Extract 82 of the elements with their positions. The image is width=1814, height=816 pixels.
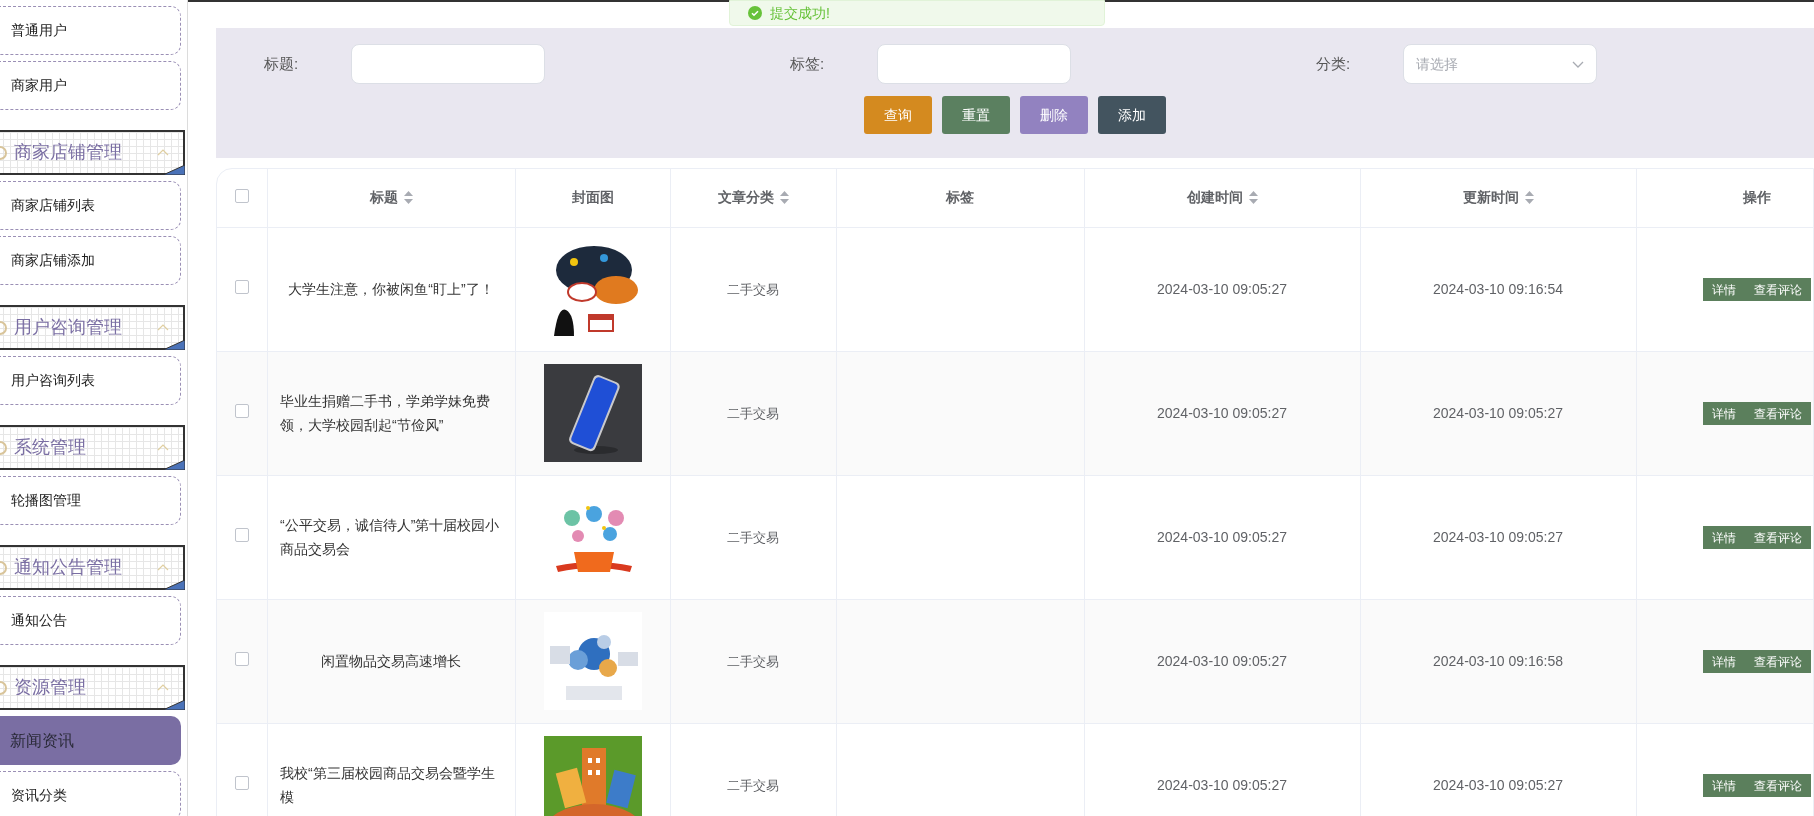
article-title: “公平交易，诚信待人”第十届校园小商品交易会	[280, 516, 501, 559]
caret-icon	[157, 564, 169, 571]
table-cell: 二手交易	[727, 406, 779, 421]
action-button[interactable]: 查看评论	[1744, 402, 1811, 426]
sort-icon[interactable]	[403, 191, 413, 205]
sort-icon[interactable]	[1248, 191, 1258, 205]
sort-icon[interactable]	[779, 191, 789, 205]
menu-group-header[interactable]: 商家店铺管理	[0, 130, 185, 175]
menu-group-header[interactable]: 通知公告管理	[0, 545, 185, 590]
table-cell: 二手交易	[727, 778, 779, 793]
menu-group-header[interactable]: 用户咨询管理	[0, 305, 185, 350]
checkbox[interactable]	[234, 280, 249, 294]
table-cell: 2024-03-10 09:05:27	[1433, 529, 1563, 545]
table-cell: 2024-03-10 09:16:54	[1433, 281, 1563, 297]
table-cell: 二手交易	[727, 282, 779, 297]
checkbox[interactable]	[234, 528, 249, 542]
caret-icon	[157, 324, 169, 331]
table-cell: 2024-03-10 09:05:27	[1157, 281, 1287, 297]
column-title: 标题	[369, 188, 398, 208]
sort-icon[interactable]	[1524, 191, 1534, 205]
action-button[interactable]: 详情	[1702, 650, 1745, 674]
table-cell: 2024-03-10 09:05:27	[1433, 777, 1563, 793]
table-cell: 二手交易	[727, 530, 779, 545]
article-title: 大学生注意，你被闲鱼“盯上”了！	[288, 280, 494, 299]
checkbox[interactable]	[234, 188, 249, 203]
caret-icon	[157, 684, 169, 691]
action-button[interactable]: 查看评论	[1744, 650, 1811, 674]
menu-item[interactable]: 商家店铺添加	[0, 236, 181, 285]
table-cell: 2024-03-10 09:16:58	[1433, 653, 1563, 669]
column-title: 创建时间	[1186, 188, 1243, 208]
column-title: 更新时间	[1462, 188, 1519, 208]
select-field[interactable]: 请选择	[1403, 44, 1597, 84]
menu-item[interactable]: 新闻资讯	[0, 716, 181, 765]
column-title: 封面图	[571, 188, 614, 208]
column-title: 标签	[946, 188, 974, 208]
column-title: 文章分类	[717, 188, 774, 208]
query-button[interactable]: 查询	[864, 96, 932, 134]
checkbox[interactable]	[234, 652, 249, 666]
check-circle-icon	[748, 6, 762, 20]
article-title: 我校“第三届校园商品交易会暨学生模	[280, 764, 496, 807]
menu-item[interactable]: 轮播图管理	[0, 476, 181, 525]
folded-corner-icon	[163, 700, 185, 710]
column-header-cell[interactable]: 更新时间	[1360, 169, 1636, 227]
add-button[interactable]: 添加	[1098, 96, 1166, 134]
action-button[interactable]: 详情	[1702, 402, 1745, 426]
input-field[interactable]	[351, 44, 545, 84]
field-label: 标题:	[264, 53, 300, 74]
field-label: 标签:	[790, 53, 826, 74]
checkbox[interactable]	[234, 404, 249, 418]
reset-button[interactable]: 重置	[942, 96, 1010, 134]
menu-item[interactable]: 资讯分类	[0, 771, 181, 816]
menu-item[interactable]: 普通用户	[0, 6, 181, 55]
table-cell: 2024-03-10 09:05:27	[1157, 405, 1287, 421]
menu-item[interactable]: 商家用户	[0, 61, 181, 110]
table-cell: 二手交易	[727, 654, 779, 669]
delete-button[interactable]: 删除	[1020, 96, 1088, 134]
table-cell: 2024-03-10 09:05:27	[1157, 777, 1287, 793]
menu-item[interactable]: 用户咨询列表	[0, 356, 181, 405]
article-title: 毕业生捐赠二手书，学弟学妹免费领，大学校园刮起“节俭风”	[280, 392, 491, 435]
menu-group-header[interactable]: 系统管理	[0, 425, 185, 470]
table-cell: 2024-03-10 09:05:27	[1157, 653, 1287, 669]
caret-icon	[157, 149, 169, 156]
folded-corner-icon	[163, 340, 185, 350]
column-header-cell[interactable]: 文章分类	[670, 169, 836, 227]
column-header-cell[interactable]: 标题	[267, 169, 515, 227]
folded-corner-icon	[163, 165, 185, 175]
column-title: 操作	[1742, 188, 1771, 208]
folded-corner-icon	[163, 580, 185, 590]
input-field[interactable]	[877, 44, 1071, 84]
table-cell: 2024-03-10 09:05:27	[1157, 529, 1287, 545]
checkbox[interactable]	[234, 776, 249, 790]
menu-item[interactable]: 通知公告	[0, 596, 181, 645]
caret-icon	[157, 444, 169, 451]
folded-corner-icon	[163, 460, 185, 470]
chevron-down-icon	[1572, 60, 1584, 68]
toast-message: 提交成功!	[770, 3, 830, 23]
field-label: 分类:	[1316, 53, 1352, 74]
menu-group-header[interactable]: 资源管理	[0, 665, 185, 710]
column-header-cell[interactable]: 创建时间	[1084, 169, 1360, 227]
menu-item[interactable]: 商家店铺列表	[0, 181, 181, 230]
table-cell: 2024-03-10 09:05:27	[1433, 405, 1563, 421]
article-title: 闲置物品交易高速增长	[321, 652, 461, 671]
